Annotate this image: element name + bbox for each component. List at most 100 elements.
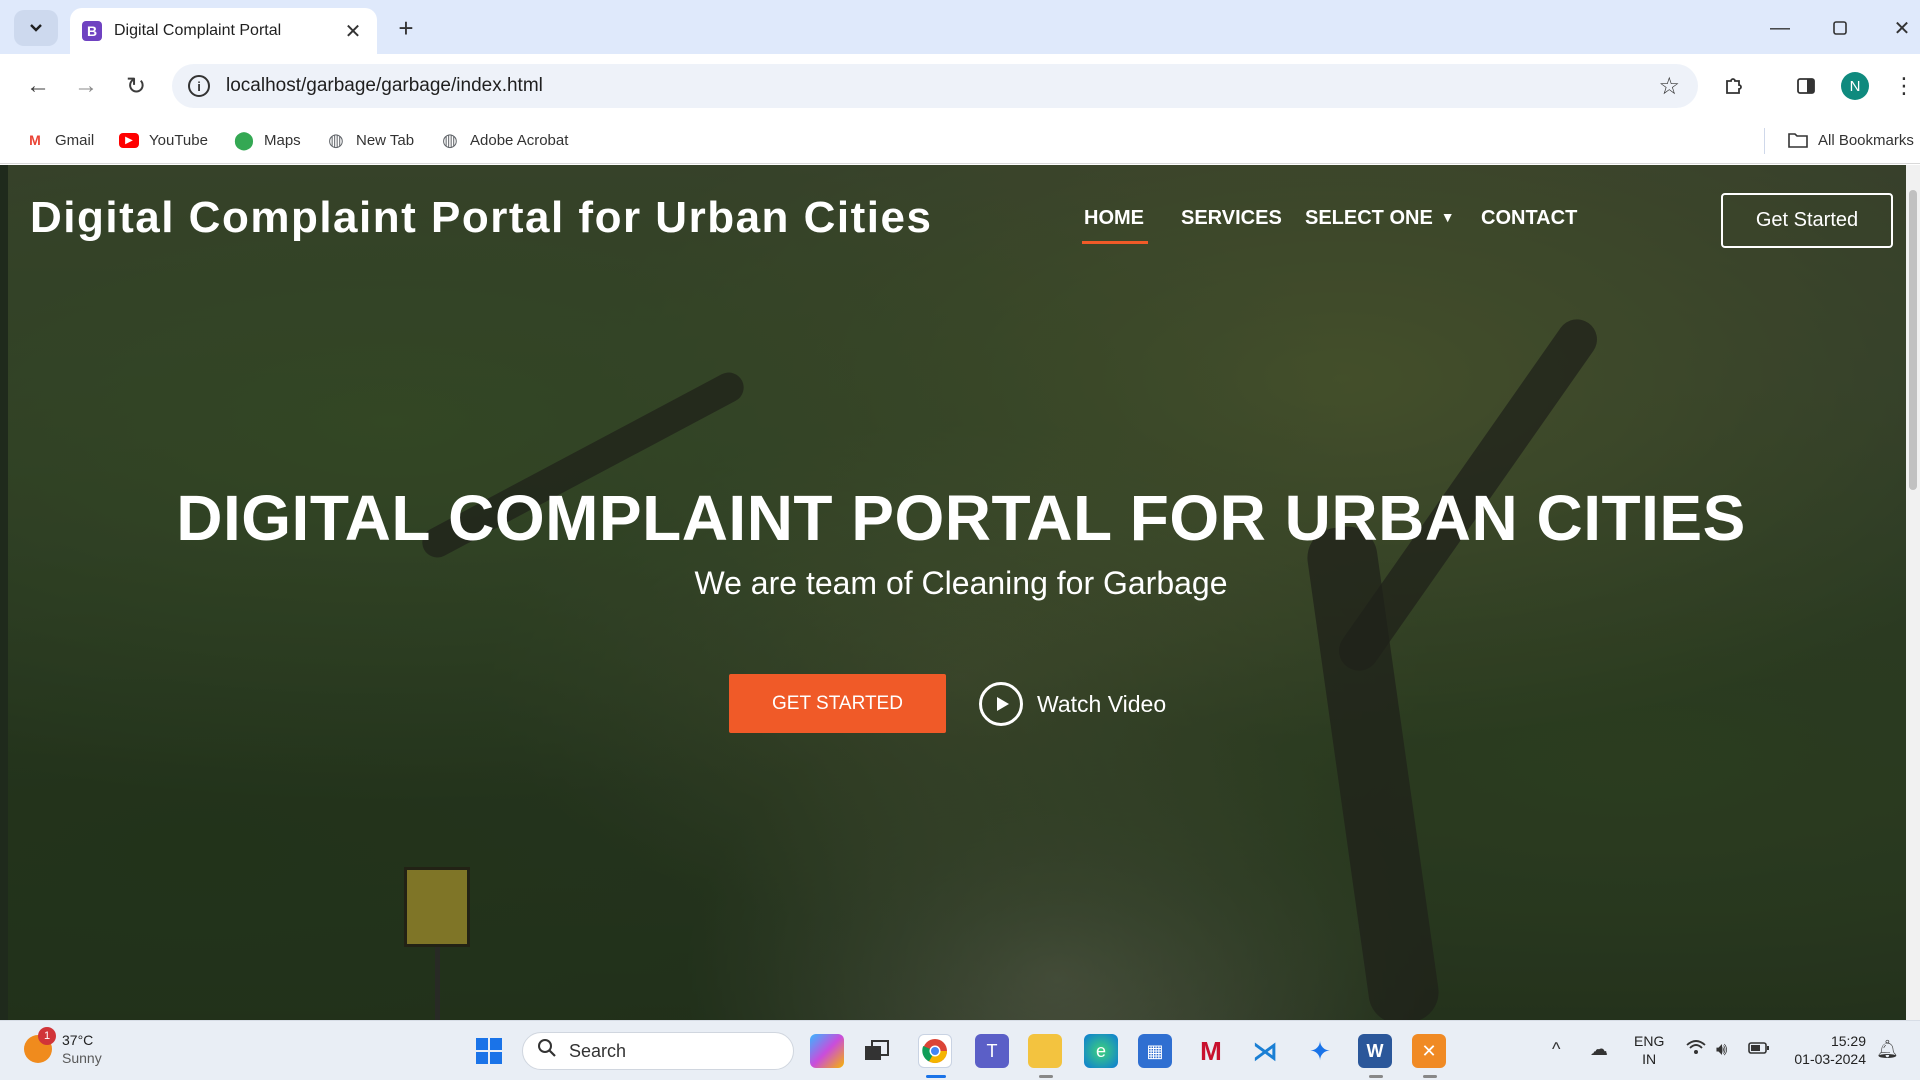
all-bookmarks[interactable]: All Bookmarks <box>1788 128 1914 152</box>
globe-icon: ◍ <box>328 129 344 150</box>
nav-services[interactable]: SERVICES <box>1181 207 1282 230</box>
tab-title: Digital Complaint Portal <box>114 22 282 39</box>
site-info-icon[interactable]: i <box>188 75 210 97</box>
side-panel-glyph-icon <box>1797 78 1815 94</box>
chrome-icon[interactable] <box>918 1034 952 1068</box>
clock-date: 01-03-2024 <box>1794 1051 1866 1067</box>
bookmark-youtube[interactable]: ▶ YouTube <box>119 128 208 152</box>
tray-overflow-chevron-icon[interactable]: ^ <box>1552 1039 1560 1060</box>
window-close-icon[interactable]: ✕ <box>1882 12 1920 44</box>
minimize-icon[interactable]: — <box>1760 12 1800 44</box>
running-indicator-active <box>926 1075 946 1078</box>
nav-home[interactable]: HOME <box>1082 207 1148 244</box>
browser-tab-active[interactable]: B Digital Complaint Portal ✕ <box>70 8 377 54</box>
maximize-icon[interactable] <box>1820 12 1860 44</box>
microsoft-store-icon[interactable]: ▦ <box>1138 1034 1172 1068</box>
teams-icon[interactable]: T <box>975 1034 1009 1068</box>
browser-chrome: B Digital Complaint Portal ✕ + — ✕ ← → ↻… <box>0 0 1920 165</box>
copilot-icon[interactable] <box>810 1034 844 1068</box>
file-explorer-icon[interactable] <box>1028 1034 1062 1068</box>
nav-contact[interactable]: CONTACT <box>1481 207 1577 230</box>
word-icon[interactable]: W <box>1358 1034 1392 1068</box>
edge-icon[interactable]: e <box>1084 1034 1118 1068</box>
reload-icon[interactable]: ↻ <box>118 68 154 104</box>
weather-widget[interactable]: 1 37°C Sunny <box>24 1027 102 1067</box>
weather-temperature: 37°C <box>62 1032 94 1048</box>
volume-icon[interactable]: 🔊︎ <box>1716 1039 1727 1060</box>
folder-icon <box>1788 130 1808 150</box>
gmail-icon: M <box>29 132 41 148</box>
address-url[interactable]: localhost/garbage/garbage/index.html <box>226 75 1658 97</box>
sun-icon: 1 <box>24 1027 56 1063</box>
notification-badge: 1 <box>38 1027 56 1045</box>
notification-bell-icon[interactable]: 🔔︎ <box>1876 1039 1899 1060</box>
chevron-down-icon: ▼ <box>1440 209 1455 225</box>
weather-condition: Sunny <box>62 1050 102 1066</box>
puzzle-icon <box>1726 78 1742 94</box>
site-logo[interactable]: Digital Complaint Portal for Urban Citie… <box>30 193 932 243</box>
mcafee-icon[interactable]: M <box>1194 1034 1228 1068</box>
wifi-icon[interactable] <box>1686 1039 1706 1060</box>
nav-select-one[interactable]: SELECT ONE ▼ <box>1305 207 1455 230</box>
bookmark-label: Maps <box>264 131 301 149</box>
scrollbar-thumb[interactable] <box>1909 190 1917 490</box>
address-bar[interactable]: i localhost/garbage/garbage/index.html ☆ <box>172 64 1698 108</box>
bookmark-gmail[interactable]: M Gmail <box>25 128 94 152</box>
extensions-icon[interactable] <box>1718 70 1750 102</box>
taskbar-search[interactable]: Search <box>522 1032 794 1070</box>
task-view-icon[interactable] <box>860 1034 894 1068</box>
bookmarks-divider <box>1764 128 1765 154</box>
nav-select-one-label: SELECT ONE <box>1305 207 1433 229</box>
all-bookmarks-label: All Bookmarks <box>1818 131 1914 149</box>
running-indicator <box>1039 1075 1053 1078</box>
running-indicator <box>1369 1075 1383 1078</box>
input-language[interactable]: ENG IN <box>1634 1032 1664 1068</box>
running-indicator <box>1423 1075 1437 1078</box>
tab-search-button[interactable] <box>14 10 58 46</box>
tab-strip: B Digital Complaint Portal ✕ + — ✕ <box>0 0 1920 54</box>
forward-arrow-icon[interactable]: → <box>68 68 104 104</box>
region-code: IN <box>1642 1051 1657 1067</box>
onedrive-cloud-icon[interactable]: ☁ <box>1590 1039 1608 1060</box>
youtube-icon: ▶ <box>119 132 139 148</box>
hero-section: Digital Complaint Portal for Urban Citie… <box>8 165 1914 1020</box>
system-clock[interactable]: 15:29 01-03-2024 <box>1788 1032 1866 1068</box>
maps-pin-icon: ⬤ <box>233 129 255 150</box>
hero-title: DIGITAL COMPLAINT PORTAL FOR URBAN CITIE… <box>176 482 1746 554</box>
bookmark-label: Gmail <box>55 131 95 149</box>
back-arrow-icon[interactable]: ← <box>20 68 56 104</box>
chevron-down-icon <box>30 24 42 32</box>
get-started-nav-button[interactable]: Get Started <box>1721 193 1893 248</box>
vscode-icon[interactable]: ⋊ <box>1248 1034 1282 1068</box>
play-icon <box>979 682 1023 726</box>
bookmark-label: Adobe Acrobat <box>470 131 569 149</box>
app-icon[interactable]: ✦ <box>1303 1034 1337 1068</box>
watch-video-button[interactable]: Watch Video <box>979 681 1166 727</box>
side-panel-icon[interactable] <box>1790 70 1822 102</box>
new-tab-button[interactable]: + <box>390 12 422 44</box>
tab-close-icon[interactable]: ✕ <box>341 19 365 44</box>
get-started-button[interactable]: GET STARTED <box>729 674 946 733</box>
maximize-square-icon <box>1833 21 1847 35</box>
bookmark-label: YouTube <box>149 131 208 149</box>
bookmark-maps[interactable]: ⬤ Maps <box>234 128 301 152</box>
browser-toolbar: ← → ↻ i localhost/garbage/garbage/index.… <box>0 54 1920 118</box>
menu-kebab-icon[interactable]: ⋮ <box>1888 70 1920 102</box>
battery-icon[interactable] <box>1748 1039 1770 1060</box>
search-icon <box>537 1038 557 1064</box>
bookmark-label: New Tab <box>356 131 415 149</box>
watch-video-label: Watch Video <box>1037 690 1167 717</box>
bookmarks-bar: M Gmail ▶ YouTube ⬤ Maps ◍ New Tab ◍ Ado… <box>0 118 1920 164</box>
bookmark-adobe-acrobat[interactable]: ◍ Adobe Acrobat <box>440 128 568 152</box>
globe-icon: ◍ <box>442 129 458 150</box>
language-code: ENG <box>1634 1033 1665 1049</box>
clock-time: 15:29 <box>1830 1033 1866 1049</box>
bookmark-star-icon[interactable]: ☆ <box>1658 72 1680 101</box>
windows-taskbar: 1 37°C Sunny Search T e ▦ M ⋊ ✦ W ✕ ^ ☁ … <box>0 1020 1920 1080</box>
xampp-icon[interactable]: ✕ <box>1412 1034 1446 1068</box>
profile-avatar[interactable]: N <box>1841 72 1869 100</box>
windows-start-icon[interactable] <box>472 1034 506 1068</box>
hero-subtitle: We are team of Cleaning for Garbage <box>694 565 1228 601</box>
search-placeholder: Search <box>569 1040 627 1061</box>
bookmark-new-tab[interactable]: ◍ New Tab <box>326 128 414 152</box>
